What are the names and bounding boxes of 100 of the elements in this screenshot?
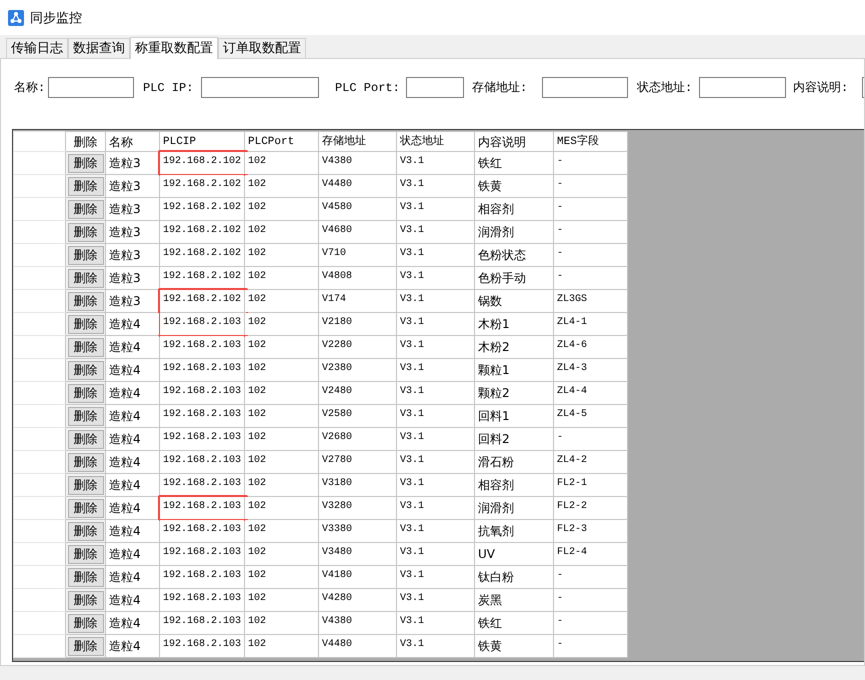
- table-cell: 192.168.2.102: [163, 270, 242, 284]
- table-cell: 192.168.2.103: [163, 477, 242, 492]
- window-title: 同步监控: [30, 10, 82, 26]
- table-cell: ZL4-2: [557, 454, 588, 468]
- table-cell: 造粒4: [109, 363, 141, 378]
- delete-button[interactable]: 删除: [68, 154, 104, 172]
- row-header: [14, 132, 66, 152]
- delete-button[interactable]: 删除: [68, 636, 104, 656]
- table-cell: V2480: [322, 385, 352, 400]
- input-field[interactable]: [542, 77, 628, 98]
- table-cell: V3.1: [400, 615, 424, 630]
- input-field[interactable]: [201, 77, 319, 98]
- table-cell: V3.1: [400, 178, 424, 192]
- table-cell: -: [557, 569, 564, 584]
- table-cell: 102: [248, 316, 266, 330]
- table-cell: 造粒3: [109, 294, 141, 308]
- table-cell: 造粒4: [109, 340, 141, 354]
- table-cell: V3.1: [400, 339, 424, 354]
- table-cell: V4380: [322, 615, 352, 630]
- table-cell: 造粒4: [109, 317, 141, 332]
- delete-button[interactable]: 删除: [68, 590, 104, 610]
- table-cell: 相容剂: [478, 478, 514, 492]
- table-cell: 造粒4: [109, 501, 141, 516]
- tab[interactable]: 订单取数配置: [218, 38, 306, 58]
- delete-button[interactable]: 删除: [68, 476, 104, 494]
- delete-button[interactable]: 删除: [68, 430, 104, 448]
- tab[interactable]: 传输日志: [6, 38, 68, 58]
- table-cell: 回料2: [478, 432, 510, 446]
- table-cell: FL2-4: [557, 546, 588, 560]
- column-header: 名称: [106, 132, 160, 152]
- delete-button[interactable]: 删除: [68, 360, 104, 380]
- table-cell: 锅数: [478, 294, 502, 308]
- table-cell: -: [557, 615, 564, 630]
- field-label: 状态地址:: [637, 80, 694, 96]
- table-cell: 102: [248, 431, 266, 446]
- table-cell: V4280: [322, 592, 352, 606]
- table-cell: V3.1: [400, 155, 424, 170]
- table-cell: V3.1: [400, 477, 424, 492]
- delete-button[interactable]: 删除: [68, 614, 104, 632]
- table-cell: V4480: [322, 178, 352, 192]
- delete-button[interactable]: 删除: [68, 246, 104, 264]
- table-cell: V2580: [322, 408, 352, 422]
- table-cell: ZL4-5: [557, 408, 588, 422]
- column-header: 状态地址: [396, 132, 474, 152]
- table-cell: -: [557, 178, 564, 192]
- table-cell: 102: [248, 247, 266, 262]
- input-field[interactable]: [48, 77, 134, 98]
- table-cell: V3.1: [400, 546, 424, 560]
- delete-button[interactable]: 删除: [68, 384, 104, 402]
- table-cell: 192.168.2.103: [163, 454, 242, 468]
- table-cell: V4380: [322, 155, 352, 170]
- table-cell: 造粒4: [109, 386, 141, 400]
- delete-button[interactable]: 删除: [68, 176, 104, 196]
- table-cell: 铁红: [478, 616, 502, 630]
- table-cell: 102: [248, 523, 266, 538]
- table-cell: 造粒4: [109, 570, 141, 584]
- table-cell: 颗粒1: [478, 363, 510, 378]
- delete-button[interactable]: 删除: [68, 452, 104, 472]
- field-label: 内容说明:: [793, 80, 850, 96]
- table-cell: 192.168.2.102: [163, 224, 242, 238]
- table-cell: V2780: [322, 454, 352, 468]
- table-cell: V3.1: [400, 201, 424, 216]
- delete-button[interactable]: 删除: [68, 498, 104, 518]
- table-cell: V3.1: [400, 569, 424, 584]
- table-cell: -: [557, 247, 564, 262]
- table-cell: V3.1: [400, 385, 424, 400]
- delete-button[interactable]: 删除: [68, 268, 104, 288]
- table-cell: -: [557, 201, 564, 216]
- table-cell: 铁黄: [478, 179, 502, 194]
- column-header: MES字段: [554, 132, 628, 152]
- table-cell: 铁红: [478, 156, 502, 170]
- table-cell: V3.1: [400, 592, 424, 606]
- tab[interactable]: 数据查询: [68, 38, 130, 58]
- table-cell: FL2-3: [557, 523, 588, 538]
- table-cell: V174: [322, 293, 346, 308]
- delete-button[interactable]: 删除: [68, 522, 104, 540]
- table-cell: 192.168.2.102: [163, 247, 242, 262]
- column-header: PLCPort: [244, 132, 318, 152]
- delete-button[interactable]: 删除: [68, 314, 104, 334]
- delete-button[interactable]: 删除: [68, 200, 104, 218]
- input-field[interactable]: [406, 77, 464, 98]
- column-header: 删除: [66, 132, 106, 152]
- table-cell: ZL3GS: [557, 293, 588, 308]
- delete-button[interactable]: 删除: [68, 338, 104, 356]
- field-label: 存储地址:: [472, 80, 528, 96]
- table-cell: V4180: [322, 569, 352, 584]
- input-field[interactable]: [699, 77, 786, 98]
- table-cell: 102: [248, 362, 266, 376]
- delete-button[interactable]: 删除: [68, 544, 104, 564]
- tab[interactable]: 称重取数配置: [130, 37, 218, 59]
- table-cell: V3.1: [400, 362, 424, 376]
- delete-button[interactable]: 删除: [68, 222, 104, 242]
- table-cell: 102: [248, 408, 266, 422]
- delete-button[interactable]: 删除: [68, 406, 104, 426]
- delete-button[interactable]: 删除: [68, 568, 104, 586]
- table-cell: 192.168.2.102: [163, 201, 242, 216]
- column-header: PLCIP: [160, 132, 244, 152]
- table-cell: 192.168.2.103: [163, 408, 242, 422]
- table-cell: 102: [248, 477, 266, 492]
- delete-button[interactable]: 删除: [68, 292, 104, 310]
